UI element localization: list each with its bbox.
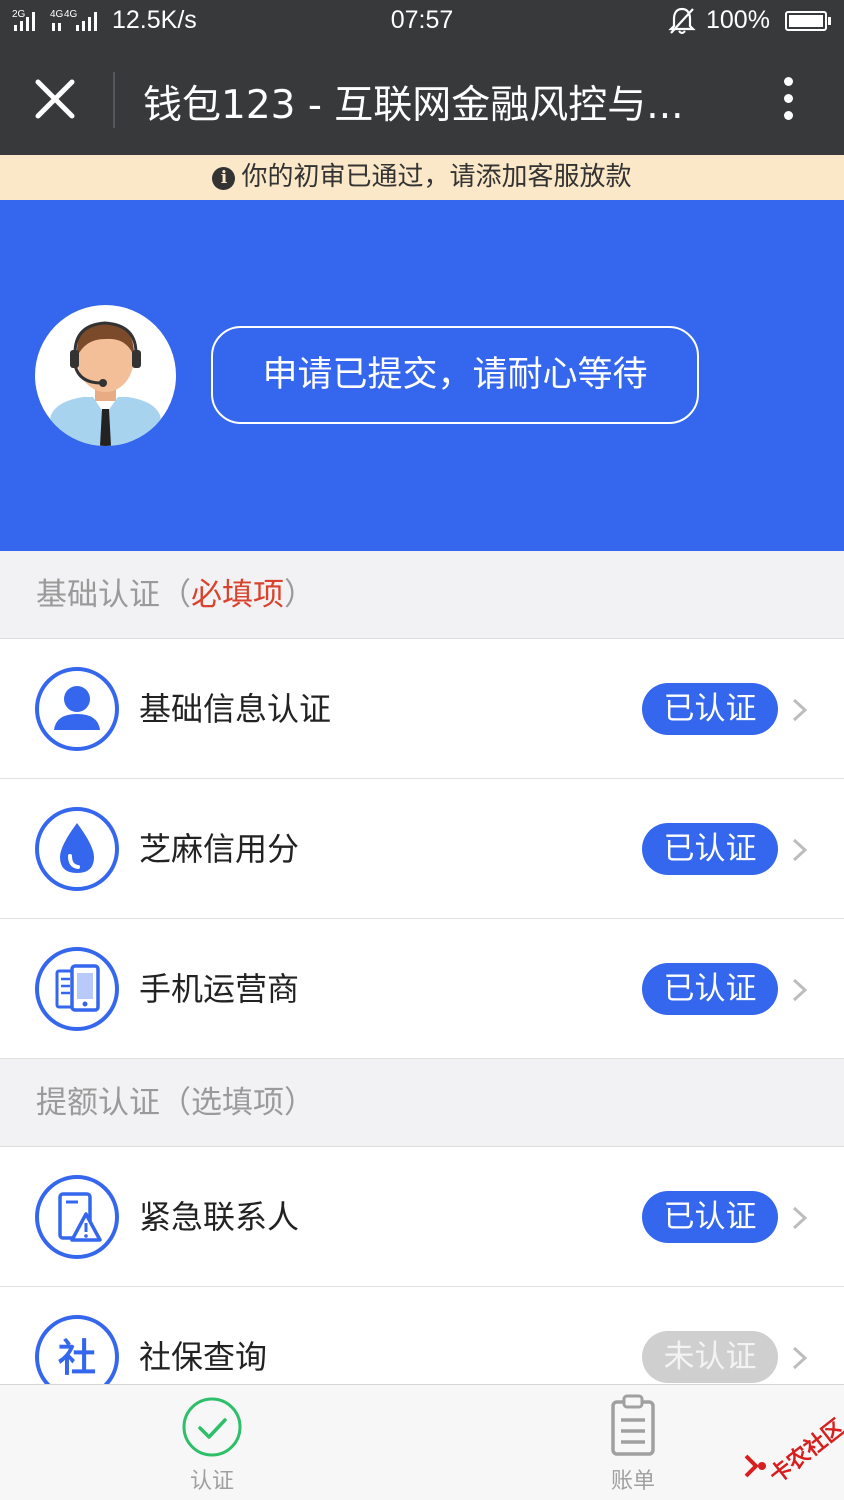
more-menu-icon[interactable] xyxy=(770,72,806,128)
required-label: 必填项 xyxy=(191,577,284,613)
tab-label: 认证 xyxy=(189,1469,234,1494)
application-status-pill: 申请已提交，请耐心等待 xyxy=(211,326,699,424)
clipboard-icon xyxy=(611,1394,655,1456)
close-icon[interactable] xyxy=(32,76,78,122)
emergency-contact-icon xyxy=(35,1175,119,1259)
status-badge: 已认证 xyxy=(642,683,778,735)
list-item-emergency-contact[interactable]: 紧急联系人 已认证 xyxy=(0,1147,844,1287)
list-item-label: 芝麻信用分 xyxy=(139,830,300,868)
phone-carrier-icon xyxy=(35,947,119,1031)
svg-text:社: 社 xyxy=(58,1336,96,1380)
chevron-right-icon xyxy=(792,1206,808,1230)
sesame-drop-icon xyxy=(35,807,119,891)
section-header-extra: 提额认证（选填项） xyxy=(0,1059,844,1147)
chevron-right-icon xyxy=(792,1346,808,1370)
status-badge: 未认证 xyxy=(642,1331,778,1383)
notice-banner: i 你的初审已通过，请添加客服放款 xyxy=(0,155,844,200)
watermark: 卡农社区 xyxy=(740,1410,844,1490)
check-circle-icon xyxy=(182,1397,242,1457)
chevron-right-icon xyxy=(792,698,808,722)
status-badge: 已认证 xyxy=(642,823,778,875)
title-bar: 钱包123 - 互联网金融风控与... xyxy=(0,42,844,155)
list-item-label: 基础信息认证 xyxy=(139,690,332,728)
watermark-text: 卡农社区 xyxy=(765,1415,844,1489)
page-title: 钱包123 - 互联网金融风控与... xyxy=(143,83,684,128)
tab-verification[interactable]: 认证 xyxy=(147,1385,277,1500)
title-divider xyxy=(113,72,115,128)
list-item-label: 手机运营商 xyxy=(139,970,300,1008)
tab-bills[interactable]: 账单 xyxy=(568,1385,698,1500)
bottom-tab-bar: 认证 账单 xyxy=(0,1384,844,1500)
status-badge: 已认证 xyxy=(642,1191,778,1243)
list-item-sesame-credit[interactable]: 芝麻信用分 已认证 xyxy=(0,779,844,919)
battery-icon xyxy=(785,11,831,31)
section-header-basic: 基础认证（必填项） xyxy=(0,551,844,639)
list-item-label: 紧急联系人 xyxy=(139,1198,300,1236)
tab-label: 账单 xyxy=(610,1469,655,1494)
info-icon: i xyxy=(212,167,236,190)
agent-avatar-icon xyxy=(45,321,166,446)
section-title-suffix: ） xyxy=(284,577,315,613)
customer-service-avatar xyxy=(35,305,176,446)
status-bar: 2G 4G 4G 12.5K/s 07:57 100% xyxy=(0,0,844,42)
bell-muted-icon xyxy=(668,7,696,34)
chevron-right-icon xyxy=(792,978,808,1002)
section-title-prefix: 基础认证（ xyxy=(36,577,191,613)
status-badge: 已认证 xyxy=(642,963,778,1015)
list-item-basic-info[interactable]: 基础信息认证 已认证 xyxy=(0,639,844,779)
notice-text: 你的初审已通过，请添加客服放款 xyxy=(241,162,632,192)
section-title-prefix: 提额认证（选填项） xyxy=(36,1085,315,1121)
chevron-right-icon xyxy=(792,838,808,862)
battery-percent: 100% xyxy=(706,6,770,34)
hero-panel: 申请已提交，请耐心等待 xyxy=(0,200,844,551)
person-icon xyxy=(35,667,119,751)
list-item-phone-carrier[interactable]: 手机运营商 已认证 xyxy=(0,919,844,1059)
